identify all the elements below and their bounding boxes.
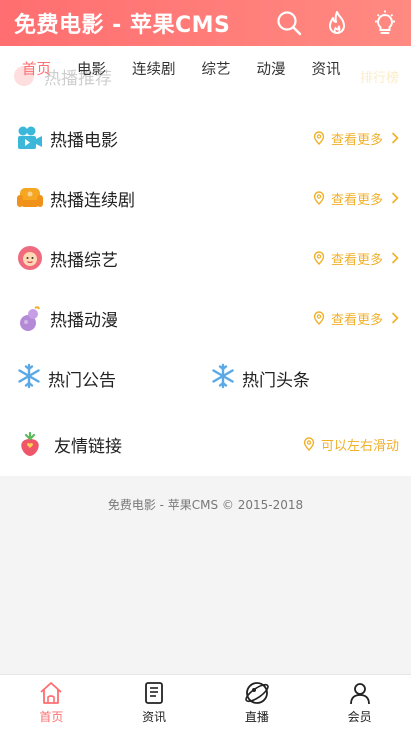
section-title: 热播连续剧 <box>50 190 135 211</box>
lightbulb-icon[interactable] <box>371 9 399 37</box>
gourd-icon <box>16 304 44 332</box>
section-title: 热播电影 <box>50 130 118 151</box>
bottom-tab-home[interactable]: 首页 <box>0 675 103 730</box>
snowflake-icon <box>210 363 236 393</box>
notices-row: 热门公告 热门头条 <box>0 358 411 398</box>
more-label: 查看更多 <box>330 192 383 208</box>
flame-icon[interactable] <box>323 9 351 37</box>
category-nav: 首页 电影 连续剧 综艺 动漫 资讯 <box>0 46 411 90</box>
notice-announcements[interactable]: 热门公告 <box>16 358 116 398</box>
tab-series[interactable]: 连续剧 <box>132 58 176 79</box>
copyright-text: 免费电影 - 苹果CMS © 2015-2018 <box>107 498 304 512</box>
search-icon[interactable] <box>275 9 303 37</box>
section-title: 友情链接 <box>54 436 122 457</box>
strawberry-icon <box>16 430 44 458</box>
app-header: 免费电影 - 苹果CMS <box>0 0 411 46</box>
section-friend-links: 友情链接 可以左右滑动 <box>0 424 411 464</box>
location-pin-icon <box>313 131 325 145</box>
tab-anime[interactable]: 动漫 <box>257 58 286 79</box>
more-label: 查看更多 <box>330 132 383 148</box>
more-link[interactable]: 查看更多 <box>313 309 399 328</box>
section-title: 热播动漫 <box>50 310 118 331</box>
bottom-tab-label: 会员 <box>347 710 372 724</box>
home-icon <box>38 680 64 706</box>
user-icon <box>348 680 372 706</box>
document-icon <box>142 680 166 706</box>
notice-label: 热门头条 <box>242 370 310 391</box>
notice-label: 热门公告 <box>48 370 116 391</box>
location-pin-icon <box>313 191 325 205</box>
location-pin-icon <box>303 437 315 451</box>
swipe-hint: 可以左右滑动 <box>303 435 399 454</box>
section-hot-anime: 热播动漫 查看更多 <box>0 298 411 338</box>
chevron-right-icon <box>391 252 399 264</box>
site-title[interactable]: 免费电影 - 苹果CMS <box>14 7 275 39</box>
planet-icon <box>244 680 270 706</box>
swipe-hint-label: 可以左右滑动 <box>320 438 399 454</box>
tab-home[interactable]: 首页 <box>22 58 51 79</box>
chevron-right-icon <box>391 192 399 204</box>
movie-camera-icon <box>16 124 44 152</box>
notice-headlines[interactable]: 热门头条 <box>210 358 310 398</box>
more-link[interactable]: 查看更多 <box>313 249 399 268</box>
sofa-icon <box>16 184 44 212</box>
bottom-tab-news[interactable]: 资讯 <box>103 675 206 730</box>
bottom-tab-bar: 首页 资讯 直播 会员 <box>0 674 411 730</box>
flower-icon <box>16 244 44 272</box>
chevron-right-icon <box>391 312 399 324</box>
bottom-tab-label: 直播 <box>244 710 269 724</box>
bottom-tab-member[interactable]: 会员 <box>308 675 411 730</box>
section-title: 热播综艺 <box>50 250 118 271</box>
more-link[interactable]: 查看更多 <box>313 189 399 208</box>
tab-variety[interactable]: 综艺 <box>202 58 231 79</box>
snowflake-icon <box>16 363 42 393</box>
location-pin-icon <box>313 251 325 265</box>
bottom-tab-label: 首页 <box>39 710 64 724</box>
more-label: 查看更多 <box>330 252 383 268</box>
section-hot-series: 热播连续剧 查看更多 <box>0 178 411 218</box>
section-hot-variety: 热播综艺 查看更多 <box>0 238 411 278</box>
more-link[interactable]: 查看更多 <box>313 129 399 148</box>
section-hot-movies: 热播电影 查看更多 <box>0 118 411 158</box>
more-label: 查看更多 <box>330 312 383 328</box>
tab-movies[interactable]: 电影 <box>77 58 106 79</box>
location-pin-icon <box>313 311 325 325</box>
tab-news[interactable]: 资讯 <box>312 58 341 79</box>
main-content: 热播推荐 排行榜 首页 电影 连续剧 综艺 动漫 资讯 热播电影 查看更多 热播… <box>0 46 411 476</box>
bottom-tab-live[interactable]: 直播 <box>206 675 309 730</box>
bottom-tab-label: 资讯 <box>142 710 167 724</box>
chevron-right-icon <box>391 132 399 144</box>
